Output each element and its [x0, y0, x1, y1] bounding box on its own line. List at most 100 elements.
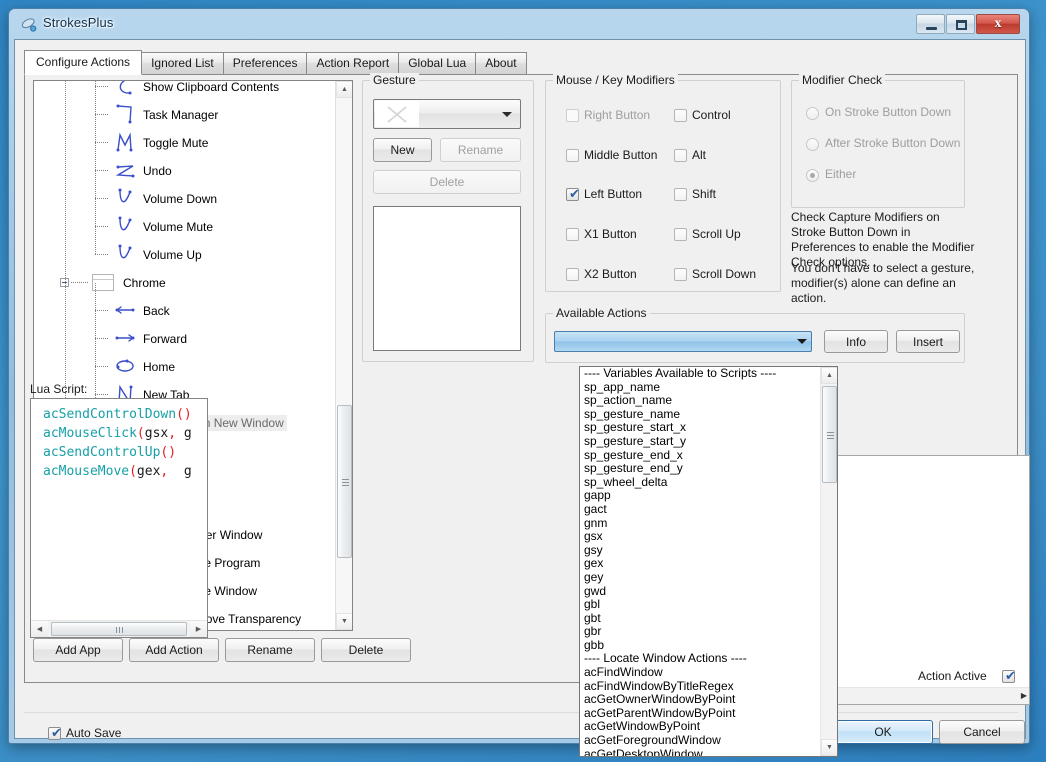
tab-ignored-list[interactable]: Ignored List: [141, 52, 224, 74]
tree-action-node[interactable]: Task Manager: [34, 101, 336, 129]
dropdown-item[interactable]: acGetDesktopWindow: [580, 747, 821, 756]
gesture-select[interactable]: [373, 99, 521, 129]
modifier-left-button-box[interactable]: ✔: [566, 187, 580, 202]
minimize-button[interactable]: [916, 14, 945, 34]
add-action-button[interactable]: Add Action: [129, 638, 219, 662]
dropdown-item[interactable]: sp_gesture_end_y: [580, 462, 821, 476]
dropdown-item[interactable]: acFindWindow: [580, 665, 821, 680]
tree-node-label: Back: [143, 304, 170, 318]
dropdown-item[interactable]: sp_gesture_start_x: [580, 421, 821, 435]
modifier-x2-button-box[interactable]: [566, 268, 579, 281]
tab-configure-actions[interactable]: Configure Actions: [24, 50, 143, 75]
modifier-x1-button-box[interactable]: [566, 228, 579, 241]
title-bar[interactable]: StrokesPlus x: [9, 9, 1029, 39]
dropdown-item[interactable]: acGetForegroundWindow: [580, 733, 821, 748]
modifier-scroll-down-box[interactable]: [674, 268, 687, 281]
lua-scroll-right-arrow[interactable]: ▶: [190, 621, 207, 637]
tree-action-node[interactable]: Toggle Mute: [34, 129, 336, 157]
tree-action-node[interactable]: Volume Mute: [34, 213, 336, 241]
action-active-box[interactable]: ✔: [1002, 669, 1016, 684]
tree-scrollbar-thumb[interactable]: [337, 405, 352, 558]
modifier-middle-button-box[interactable]: [566, 149, 579, 162]
cancel-button[interactable]: Cancel: [939, 720, 1025, 744]
modifier-check-on-stroke-button-down-label: On Stroke Button Down: [825, 105, 952, 119]
tab-action-report[interactable]: Action Report: [306, 52, 400, 74]
ok-button[interactable]: OK: [833, 720, 933, 744]
gesture-group: Gesture New Rename Delete: [362, 73, 534, 362]
tree-action-node[interactable]: Forward: [34, 325, 336, 353]
dropdown-item[interactable]: gwd: [580, 584, 821, 599]
tree-node-label: Toggle Mute: [143, 136, 209, 150]
lua-horizontal-scrollbar[interactable]: ◀ ▶: [31, 620, 207, 637]
info-button[interactable]: Info: [824, 330, 888, 353]
minimize-icon: [926, 27, 937, 30]
dropdown-item[interactable]: gbb: [580, 638, 821, 653]
dropdown-item[interactable]: gbl: [580, 597, 821, 612]
gesture-delete-button[interactable]: Delete: [373, 170, 521, 194]
dropdown-item[interactable]: sp_gesture_start_y: [580, 434, 821, 449]
dropdown-item[interactable]: acGetParentWindowByPoint: [580, 706, 821, 721]
lua-scroll-left-arrow[interactable]: ◀: [31, 621, 48, 637]
dropdown-item[interactable]: gbt: [580, 611, 821, 626]
tree-scroll-down-arrow[interactable]: ▼: [336, 613, 352, 630]
lua-script-editor[interactable]: acSendControlDown() acMouseClick(gsx, g ac…: [30, 398, 208, 638]
tree-node-label: Show Clipboard Contents: [143, 80, 280, 94]
dropdown-scrollbar-thumb[interactable]: [822, 386, 837, 483]
rename-node-button[interactable]: Rename: [225, 638, 315, 662]
dropdown-item[interactable]: acGetWindowByPoint: [580, 720, 821, 734]
tree-action-node[interactable]: Show Clipboard Contents: [34, 80, 336, 101]
gesture-rename-button[interactable]: Rename: [440, 138, 521, 162]
tree-scroll-up-arrow[interactable]: ▲: [336, 81, 352, 98]
available-actions-dropdown-toggle[interactable]: [793, 332, 811, 351]
tab-preferences[interactable]: Preferences: [222, 52, 308, 74]
available-actions-group: Available Actions Info Insert: [545, 306, 965, 363]
dropdown-item[interactable]: sp_action_name: [580, 394, 821, 408]
tree-action-node[interactable]: Home: [34, 353, 336, 381]
tab-about[interactable]: About: [475, 52, 527, 74]
auto-save-box[interactable]: ✔: [48, 726, 62, 741]
dropdown-item[interactable]: acGetOwnerWindowByPoint: [580, 693, 821, 707]
dropdown-item[interactable]: gex: [580, 557, 821, 571]
dropdown-scroll-up-arrow[interactable]: ▲: [821, 367, 837, 384]
chevron-down-icon: [797, 339, 807, 344]
dropdown-item[interactable]: gbr: [580, 625, 821, 639]
tree-action-node[interactable]: Back: [34, 297, 336, 325]
tree-action-node[interactable]: Undo: [34, 157, 336, 185]
delete-node-button[interactable]: Delete: [321, 638, 411, 662]
close-button[interactable]: x: [976, 14, 1020, 34]
tree-scrollbar[interactable]: ▲ ▼: [335, 81, 352, 630]
dropdown-item[interactable]: gnm: [580, 516, 821, 531]
available-actions-select[interactable]: [554, 331, 812, 352]
modifier-shift-box[interactable]: [674, 188, 687, 201]
dropdown-item[interactable]: sp_gesture_end_x: [580, 448, 821, 463]
lua-scrollbar-thumb[interactable]: [51, 622, 187, 636]
dropdown-item[interactable]: ---- Variables Available to Scripts ----: [580, 367, 821, 381]
dropdown-scrollbar[interactable]: ▲ ▼: [820, 367, 837, 756]
dropdown-item[interactable]: sp_wheel_delta: [580, 475, 821, 490]
dropdown-item[interactable]: acFindWindowByTitleRegex: [580, 679, 821, 694]
tree-app-node[interactable]: Chrome: [34, 269, 336, 297]
lua-line: acSendControlUp(): [43, 443, 192, 462]
modifier-control-box[interactable]: [674, 109, 687, 122]
insert-button[interactable]: Insert: [896, 330, 960, 353]
dropdown-item[interactable]: gsx: [580, 530, 821, 544]
add-app-button[interactable]: Add App: [33, 638, 123, 662]
dropdown-item[interactable]: gey: [580, 570, 821, 585]
modifier-scroll-up-box[interactable]: [674, 228, 687, 241]
tab-global-lua[interactable]: Global Lua: [398, 52, 477, 74]
maximize-button[interactable]: [946, 14, 975, 34]
dropdown-item[interactable]: sp_app_name: [580, 380, 821, 395]
tree-connector: [95, 86, 109, 87]
modifier-control-label: Control: [692, 108, 731, 122]
dropdown-item[interactable]: gact: [580, 502, 821, 517]
dropdown-scroll-down-arrow[interactable]: ▼: [821, 739, 837, 756]
dropdown-item[interactable]: sp_gesture_name: [580, 407, 821, 422]
tree-action-node[interactable]: Volume Down: [34, 185, 336, 213]
dropdown-item[interactable]: gsy: [580, 543, 821, 558]
dropdown-item[interactable]: gapp: [580, 489, 821, 503]
available-actions-dropdown-list[interactable]: ---- Variables Available to Scripts ----…: [579, 366, 838, 757]
gesture-new-button[interactable]: New: [373, 138, 432, 162]
modifier-alt-box[interactable]: [674, 149, 687, 162]
tree-action-node[interactable]: Volume Up: [34, 241, 336, 269]
dropdown-item[interactable]: ---- Locate Window Actions ----: [580, 652, 821, 666]
